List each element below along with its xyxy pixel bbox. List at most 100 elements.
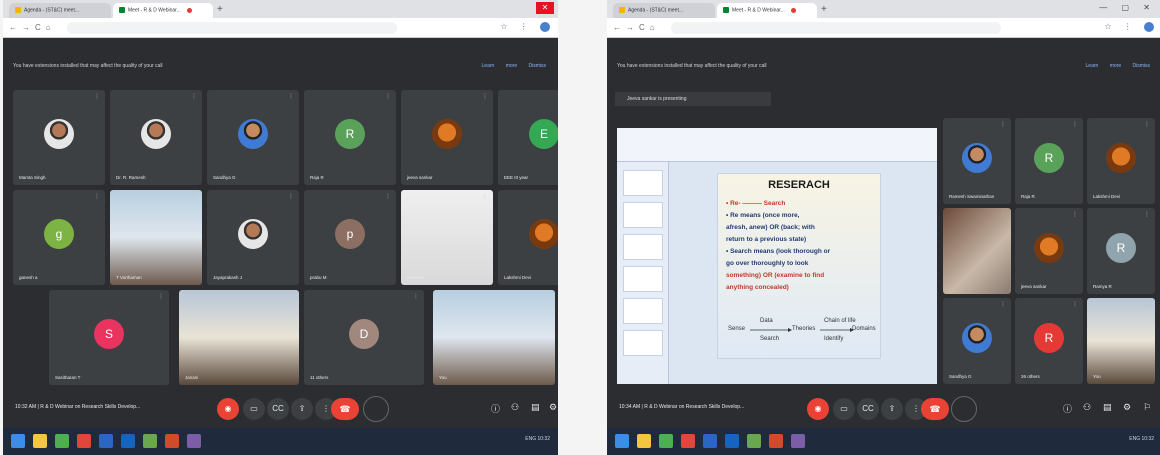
nav-buttons[interactable]: ←→C⌂: [9, 23, 56, 32]
url-field[interactable]: [67, 22, 397, 34]
tile-options-icon[interactable]: ⋮: [413, 293, 419, 300]
tile-options-icon[interactable]: ⋮: [94, 93, 100, 100]
leave-call-button[interactable]: ☎: [331, 398, 359, 420]
tab-meet[interactable]: Meet - R & D Webinar...: [113, 3, 213, 18]
participant-tile[interactable]: p ⋮ prabu M: [304, 190, 396, 285]
participant-tile[interactable]: ⋮ jeeva sankar: [401, 90, 493, 185]
tile-options-icon[interactable]: ⋮: [482, 93, 488, 100]
tile-options-icon[interactable]: ⋮: [482, 193, 488, 200]
tile-options-icon[interactable]: ⋮: [1000, 301, 1006, 308]
chat-icon[interactable]: ▤: [1103, 402, 1112, 413]
participant-tile[interactable]: D ⋮ 11 others: [304, 290, 424, 385]
tile-options-icon[interactable]: ⋮: [288, 93, 294, 100]
camera-button[interactable]: ▭: [243, 398, 265, 420]
edge-icon[interactable]: [725, 434, 739, 448]
participant-tile[interactable]: R ⋮ Ramya R: [1087, 208, 1155, 294]
tile-options-icon[interactable]: ⋮: [1144, 301, 1150, 308]
new-tab-icon[interactable]: +: [821, 4, 827, 15]
tile-options-icon[interactable]: ⋮: [1000, 121, 1006, 128]
tile-options-icon[interactable]: ⋮: [191, 193, 197, 200]
tile-options-icon[interactable]: ⋮: [191, 93, 197, 100]
excel-icon[interactable]: [143, 434, 157, 448]
dismiss-link[interactable]: Dismiss: [1133, 63, 1151, 69]
participant-tile[interactable]: ⋮ Ramesh: [401, 190, 493, 285]
store-icon[interactable]: [55, 434, 69, 448]
close-window-button[interactable]: ✕: [536, 2, 554, 14]
tile-options-icon[interactable]: ⋮: [1072, 121, 1078, 128]
tile-options-icon[interactable]: ⋮: [1144, 121, 1150, 128]
participant-tile[interactable]: ⋮ jeeva sankar: [1015, 208, 1083, 294]
explorer-icon[interactable]: [33, 434, 47, 448]
tile-options-icon[interactable]: ⋮: [288, 193, 294, 200]
tile-options-icon[interactable]: ⋮: [1000, 211, 1006, 218]
participant-tile[interactable]: ⋮ You: [433, 290, 555, 385]
chat-icon[interactable]: ▤: [531, 402, 540, 413]
tab-agenda[interactable]: Agenda - (ST&C) meet...: [9, 3, 111, 18]
participant-tile[interactable]: R ⋮ Raja R: [304, 90, 396, 185]
outlook-icon[interactable]: [703, 434, 717, 448]
tile-options-icon[interactable]: ⋮: [1072, 211, 1078, 218]
window-controls[interactable]: — ▢ ✕: [1099, 3, 1156, 12]
participant-tile[interactable]: ⋮ T Varthaman: [110, 190, 202, 285]
url-field[interactable]: [671, 22, 1001, 34]
outlook-icon[interactable]: [99, 434, 113, 448]
participant-tile[interactable]: ⋮Lakshmi Devi: [498, 190, 558, 285]
participant-tile[interactable]: S ⋮ Sasitharan T: [49, 290, 169, 385]
app-icon[interactable]: [187, 434, 201, 448]
info-icon[interactable]: ⓘ: [491, 402, 500, 415]
dismiss-link[interactable]: Dismiss: [529, 63, 547, 69]
participant-tile[interactable]: ⋮ Dr. R. Ramesh: [110, 90, 202, 185]
start-icon[interactable]: [11, 434, 25, 448]
tile-options-icon[interactable]: ⋮: [1072, 301, 1078, 308]
tile-options-icon[interactable]: ⋮: [158, 293, 164, 300]
learn-more-link[interactable]: Learn more: [482, 63, 518, 69]
new-tab-icon[interactable]: +: [217, 4, 223, 15]
participant-tile[interactable]: ⋮Lakshmi Devi: [1087, 118, 1155, 204]
participant-tile[interactable]: ⋮ Sandhya G: [207, 90, 299, 185]
present-button[interactable]: ⇪: [881, 398, 903, 420]
participant-tile[interactable]: ⋮ Mamta Singh: [13, 90, 105, 185]
explorer-icon[interactable]: [637, 434, 651, 448]
excel-icon[interactable]: [747, 434, 761, 448]
participant-tile[interactable]: g ⋮ ganesh a: [13, 190, 105, 285]
captions-button[interactable]: CC: [267, 398, 289, 420]
chrome-icon[interactable]: [77, 434, 91, 448]
participant-tile[interactable]: ⋮ Jayaprakash J: [207, 190, 299, 285]
leave-call-button[interactable]: ☎: [921, 398, 949, 420]
tile-options-icon[interactable]: ⋮: [94, 193, 100, 200]
tile-options-icon[interactable]: ⋮: [385, 93, 391, 100]
tile-options-icon[interactable]: ⋮: [385, 193, 391, 200]
extensions-area[interactable]: ☆ ⋮: [1104, 22, 1154, 32]
mic-off-button[interactable]: ◉: [807, 398, 829, 420]
participant-tile[interactable]: ⋮ Sandhya G: [943, 298, 1011, 384]
participant-tile[interactable]: E⋮EEE III year: [498, 90, 558, 185]
participant-tile[interactable]: ⋮ You: [1087, 298, 1155, 384]
tile-options-icon[interactable]: ⋮: [288, 293, 294, 300]
participant-tile[interactable]: R ⋮ 26 others: [1015, 298, 1083, 384]
extensions-area[interactable]: ☆ ⋮: [500, 22, 550, 32]
tile-options-icon[interactable]: ⋮: [1144, 211, 1150, 218]
participant-tile[interactable]: ⋮ Janani: [179, 290, 299, 385]
profile-avatar[interactable]: [540, 22, 550, 32]
camera-button[interactable]: ▭: [833, 398, 855, 420]
powerpoint-icon[interactable]: [769, 434, 783, 448]
tab-meet[interactable]: Meet - R & D Webinar...: [717, 3, 817, 18]
participant-tile[interactable]: ⋮ Ramesh Swaminathan: [943, 118, 1011, 204]
info-icon[interactable]: ⓘ: [1063, 402, 1072, 415]
nav-buttons[interactable]: ←→C⌂: [613, 23, 660, 32]
learn-more-link[interactable]: Learn more: [1086, 63, 1122, 69]
profile-avatar[interactable]: [1144, 22, 1154, 32]
participant-tile[interactable]: ⋮: [943, 208, 1011, 294]
activities-icon[interactable]: ⚙: [549, 402, 557, 413]
activities-icon[interactable]: ⚙: [1123, 402, 1131, 413]
people-icon[interactable]: ⚇: [1083, 402, 1091, 413]
tab-agenda[interactable]: Agenda - (ST&C) meet...: [613, 3, 715, 18]
participant-tile[interactable]: R ⋮ Raja R: [1015, 118, 1083, 204]
chrome-icon[interactable]: [681, 434, 695, 448]
mic-off-button[interactable]: ◉: [217, 398, 239, 420]
tile-options-icon[interactable]: ⋮: [544, 293, 550, 300]
safety-icon[interactable]: ⚐: [1143, 402, 1151, 413]
edge-icon[interactable]: [121, 434, 135, 448]
start-icon[interactable]: [615, 434, 629, 448]
people-icon[interactable]: ⚇: [511, 402, 519, 413]
